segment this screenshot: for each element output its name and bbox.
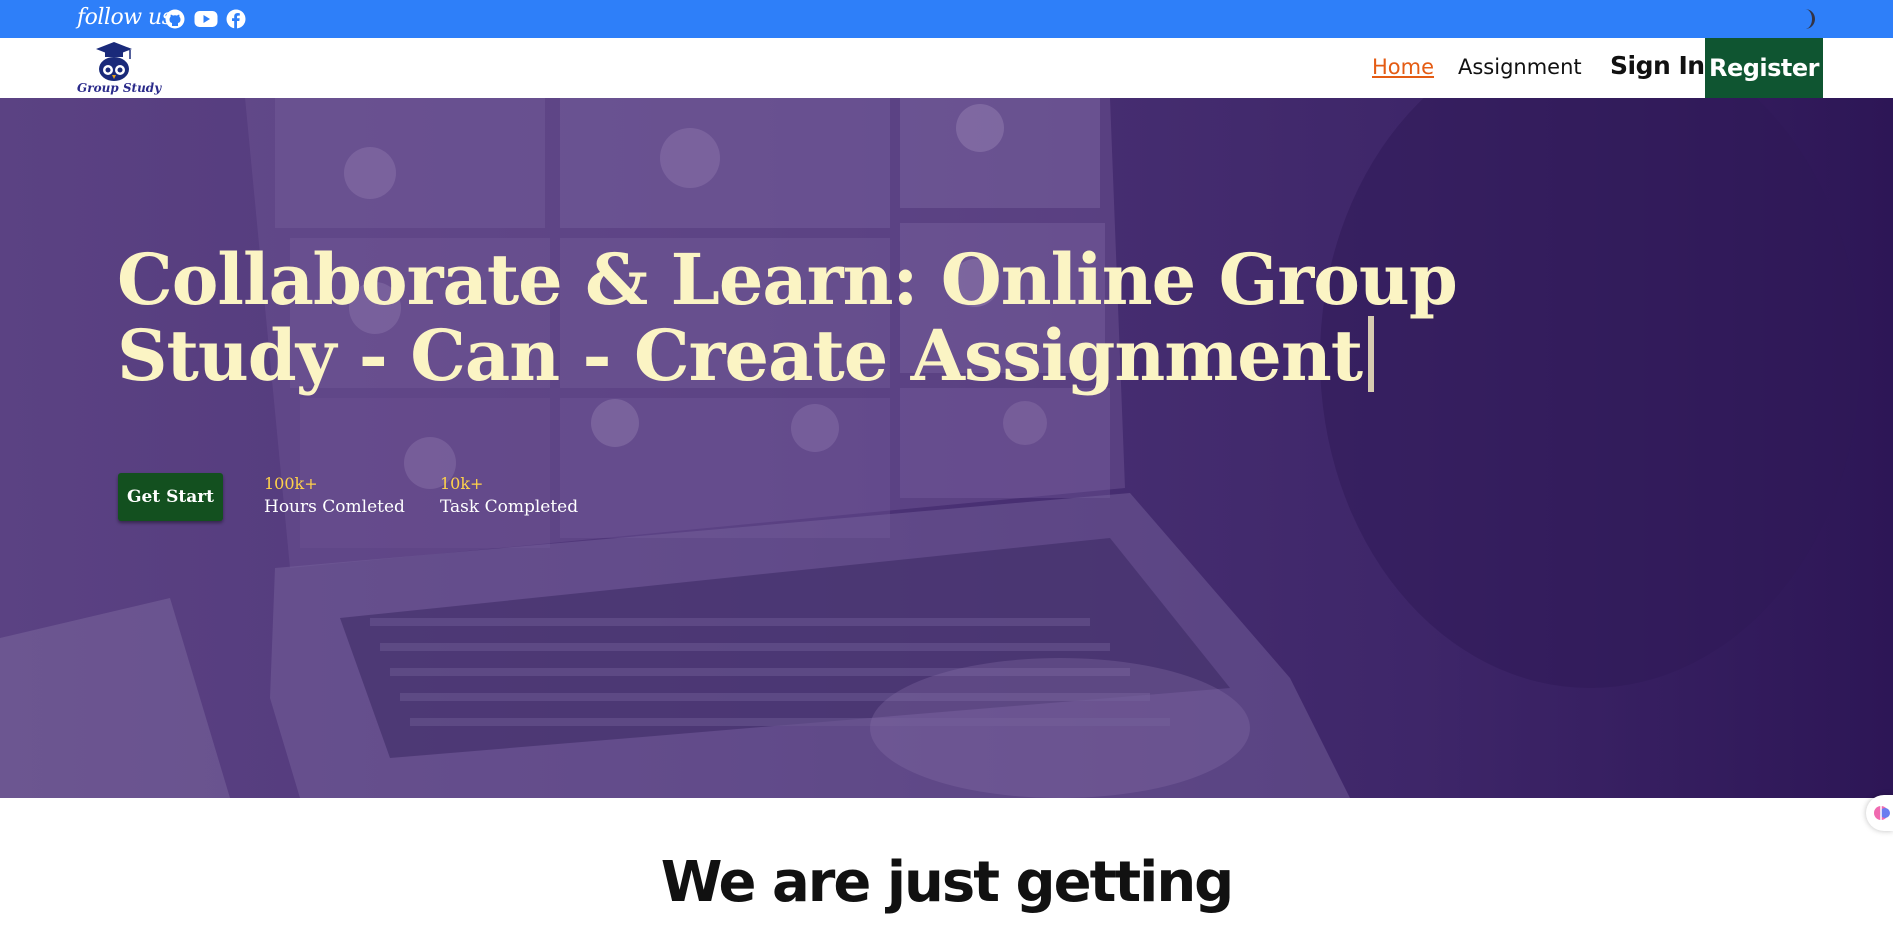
facebook-icon[interactable] xyxy=(226,9,246,29)
nav-link-home[interactable]: Home xyxy=(1372,55,1434,79)
stat-label: Task Completed xyxy=(440,497,579,517)
floating-widget[interactable] xyxy=(1866,795,1893,831)
nav-link-assignment[interactable]: Assignment xyxy=(1458,55,1582,79)
hero-title-text: Collaborate & Learn: Online Group Study … xyxy=(117,238,1458,397)
logo-text: Group Study xyxy=(77,81,162,95)
typing-cursor xyxy=(1368,316,1375,392)
follow-us-text: follow us xyxy=(77,5,173,30)
hero-section: Collaborate & Learn: Online Group Study … xyxy=(0,98,1893,798)
hero-title: Collaborate & Learn: Online Group Study … xyxy=(117,244,1597,392)
stat-hours: 100k+ Hours Comleted xyxy=(264,473,405,519)
github-icon[interactable] xyxy=(165,9,185,29)
register-button[interactable]: Register xyxy=(1705,38,1823,98)
section-heading: We are just getting xyxy=(660,850,1235,915)
sign-in-link[interactable]: Sign In xyxy=(1610,51,1705,80)
top-bar: follow us xyxy=(0,0,1893,38)
stat-value: 100k+ xyxy=(264,474,318,493)
hero-background-image xyxy=(0,98,1860,798)
stat-label: Hours Comleted xyxy=(264,497,405,517)
get-start-button[interactable]: Get Start xyxy=(118,473,223,521)
brain-icon xyxy=(1874,806,1890,820)
youtube-icon[interactable] xyxy=(194,9,218,29)
stat-tasks: 10k+ Task Completed xyxy=(440,473,578,519)
moon-icon[interactable] xyxy=(1794,8,1816,30)
stat-value: 10k+ xyxy=(440,474,484,493)
